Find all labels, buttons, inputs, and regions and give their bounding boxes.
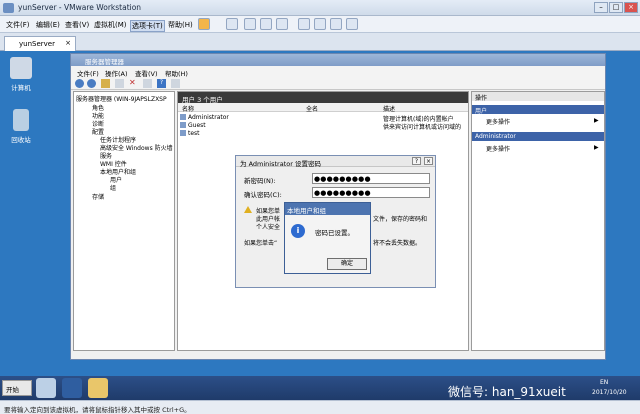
- tree-item-groups[interactable]: 组: [110, 183, 116, 192]
- column-description[interactable]: 描述: [383, 104, 395, 113]
- server-manager-titlebar: 服务器管理器: [71, 54, 605, 66]
- chevron-right-icon: ▶: [594, 117, 599, 124]
- pause-icon[interactable]: [198, 18, 210, 30]
- dialog-title: 为 Administrator 设置密码: [240, 160, 321, 168]
- revert-snapshot-icon[interactable]: [260, 18, 272, 30]
- help-button[interactable]: ?: [412, 157, 421, 165]
- column-name[interactable]: 名称: [182, 104, 194, 113]
- vmware-menubar: 文件(F) 编辑(E) 查看(V) 虚拟机(M) 选项卡(T) 帮助(H): [0, 16, 640, 33]
- computer-icon: [10, 57, 32, 79]
- server-manager-toolbar: ✕ ?: [71, 77, 605, 90]
- table-row[interactable]: Administrator 管理计算机(域)的内置帐户: [178, 114, 468, 123]
- confirm-password-field[interactable]: ●●●●●●●●●: [312, 187, 430, 198]
- tab-yunserver[interactable]: yunServer ×: [4, 36, 76, 51]
- status-text: 要将输入定向到该虚拟机，请将鼠标指针移入其中或按 Ctrl+G。: [4, 406, 191, 414]
- recycle-bin-icon: [13, 109, 29, 131]
- menu-edit[interactable]: 编辑(E): [36, 20, 60, 30]
- unity-icon[interactable]: [314, 18, 326, 30]
- properties-icon[interactable]: [143, 79, 152, 88]
- snapshot-manager-icon[interactable]: [276, 18, 288, 30]
- ok-button[interactable]: 确定: [327, 258, 367, 270]
- menu-file[interactable]: 文件(F): [6, 20, 30, 30]
- console-view-icon[interactable]: [330, 18, 342, 30]
- back-icon[interactable]: [75, 79, 84, 88]
- help-icon[interactable]: ?: [157, 79, 166, 88]
- actions-pane: 操作 用户 更多操作 ▶ Administrator 更多操作 ▶: [471, 91, 605, 351]
- server-manager-menubar: 文件(F) 操作(A) 查看(V) 帮助(H): [71, 66, 605, 78]
- warning-text-4b: 将不会丢失数据。: [373, 240, 422, 247]
- up-icon[interactable]: [101, 79, 110, 88]
- stretch-icon[interactable]: [346, 18, 358, 30]
- export-icon[interactable]: [171, 79, 180, 88]
- start-button[interactable]: 开始: [2, 380, 32, 396]
- table-row[interactable]: Guest 供来宾访问计算机或访问域的: [178, 122, 468, 131]
- users-pane-header: 用户 3 个用户: [178, 92, 468, 104]
- set-password-title: 为 Administrator 设置密码 ? ×: [236, 156, 435, 168]
- menu-help[interactable]: 帮助(H): [168, 20, 193, 30]
- window-title: yunServer - VMware Workstation: [18, 3, 142, 12]
- tab-label: yunServer: [19, 40, 55, 48]
- send-ctrl-alt-del-icon[interactable]: [226, 18, 238, 30]
- language-indicator[interactable]: EN: [600, 379, 608, 386]
- message-title: 本地用户和组: [285, 203, 370, 215]
- desktop-icon-label: 回收站: [11, 136, 31, 144]
- show-tree-icon[interactable]: [115, 79, 124, 88]
- warning-icon: [244, 206, 252, 213]
- menu-view[interactable]: 查看(V): [65, 20, 89, 30]
- dialog-close-button[interactable]: ×: [424, 157, 433, 165]
- user-icon: [180, 122, 186, 128]
- explorer-taskbar-icon[interactable]: [88, 378, 108, 398]
- info-icon: i: [291, 224, 305, 238]
- tree-root[interactable]: 服务器管理器 (WIN-9JAPSLZXSP: [76, 94, 167, 103]
- tree-item-storage[interactable]: 存储: [92, 192, 104, 201]
- column-header: 名称 全名 描述: [178, 103, 468, 113]
- start-label: 开始: [6, 386, 19, 394]
- desktop-icon-recycle-bin[interactable]: 回收站: [4, 109, 38, 144]
- warning-text-3: 个人安全: [256, 224, 281, 231]
- desktop-icon-computer[interactable]: 计算机: [4, 57, 38, 92]
- maximize-button[interactable]: □: [609, 2, 623, 13]
- taskbar-date[interactable]: 2017/10/20: [592, 389, 627, 396]
- more-actions-users[interactable]: 更多操作: [486, 117, 510, 126]
- new-password-field[interactable]: ●●●●●●●●●: [312, 173, 430, 184]
- confirm-password-label: 确认密码(C):: [244, 191, 282, 199]
- table-row[interactable]: test: [178, 130, 468, 138]
- powershell-taskbar-icon[interactable]: [62, 378, 82, 398]
- menu-vm[interactable]: 虚拟机(M): [94, 20, 127, 30]
- vmware-statusbar: 要将输入定向到该虚拟机，请将鼠标指针移入其中或按 Ctrl+G。: [0, 400, 640, 414]
- snapshot-icon[interactable]: [244, 18, 256, 30]
- forward-icon[interactable]: [87, 79, 96, 88]
- minimize-button[interactable]: –: [594, 2, 608, 13]
- wechat-watermark: 微信号: han_91xueit: [448, 385, 566, 399]
- fullscreen-icon[interactable]: [298, 18, 310, 30]
- server-manager-taskbar-icon[interactable]: [36, 378, 56, 398]
- vmware-logo-icon: [3, 3, 14, 13]
- user-icon: [180, 114, 186, 120]
- user-name: test: [188, 130, 200, 137]
- desktop-icon-label: 计算机: [11, 84, 31, 92]
- server-manager-title: 服务器管理器: [85, 58, 124, 66]
- user-name: Administrator: [188, 114, 229, 121]
- user-icon: [180, 130, 186, 136]
- warning-text-2b: 文件，保存的密码和: [373, 216, 428, 223]
- message-text: 密码已设置。: [315, 229, 354, 237]
- actions-header: 操作: [472, 92, 604, 102]
- vmware-titlebar: yunServer - VMware Workstation – □ ×: [0, 0, 640, 16]
- user-name: Guest: [188, 122, 206, 129]
- vmware-tabstrip: yunServer ×: [0, 33, 640, 51]
- more-actions-administrator[interactable]: 更多操作: [486, 144, 510, 153]
- actions-section-users[interactable]: 用户: [472, 105, 604, 115]
- warning-text-4a: 如果您单击“: [244, 240, 278, 247]
- navigation-tree: 服务器管理器 (WIN-9JAPSLZXSP 角色 功能 诊断 配置 任务计划程…: [73, 91, 175, 351]
- password-set-message-box: 本地用户和组 i 密码已设置。 确定: [284, 202, 371, 274]
- column-fullname[interactable]: 全名: [306, 104, 318, 113]
- menu-tabs[interactable]: 选项卡(T): [130, 20, 165, 32]
- actions-section-administrator[interactable]: Administrator: [472, 132, 604, 141]
- close-button[interactable]: ×: [624, 2, 638, 13]
- new-password-label: 新密码(N):: [244, 177, 276, 185]
- tab-close-icon[interactable]: ×: [65, 39, 71, 47]
- chevron-right-icon: ▶: [594, 144, 599, 151]
- delete-icon[interactable]: ✕: [129, 79, 138, 88]
